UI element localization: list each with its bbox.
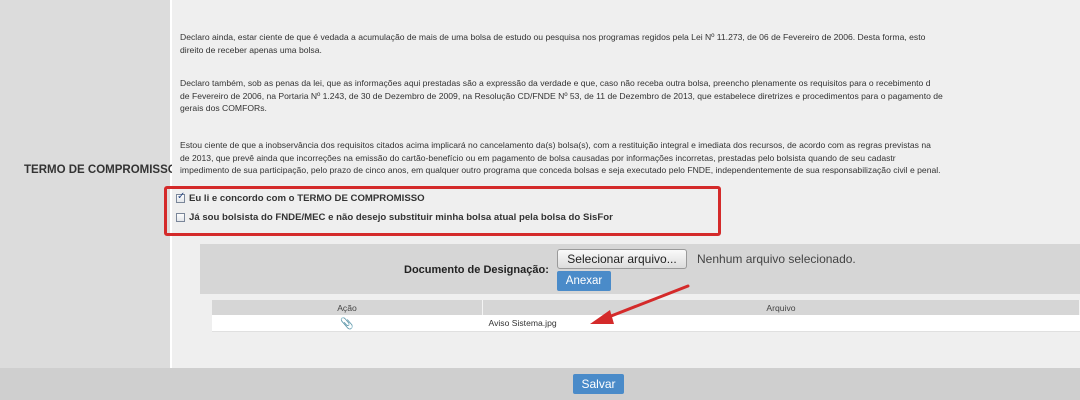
paragraph-line: impedimento de sua participação, pelo pr… xyxy=(180,165,941,175)
action-cell: 📎 xyxy=(212,315,483,332)
save-button[interactable]: Salvar xyxy=(573,374,624,394)
paragraph-line: Estou ciente de que a inobservância dos … xyxy=(180,140,931,150)
file-status-text: Nenhum arquivo selecionado. xyxy=(697,252,856,266)
paragraph-3: Estou ciente de que a inobservância dos … xyxy=(180,139,1080,177)
header-file: Arquivo xyxy=(482,300,1080,315)
header-action: Ação xyxy=(212,300,483,315)
document-label: Documento de Designação: xyxy=(404,264,549,276)
section-label: TERMO DE COMPROMISSO xyxy=(24,164,177,176)
footer-bar: Salvar xyxy=(0,368,1080,400)
label-column: TERMO DE COMPROMISSO xyxy=(0,0,177,368)
paragraph-line: de Fevereiro de 2006, na Portaria Nº 1.2… xyxy=(180,90,943,101)
paragraph-line: gerais dos COMFORs. xyxy=(180,103,267,113)
paragraph-line: Declaro ainda, estar ciente de que é ved… xyxy=(180,32,926,42)
file-name[interactable]: Aviso Sistema.jpg xyxy=(489,318,557,328)
choose-file-button[interactable]: Selecionar arquivo... xyxy=(557,249,687,269)
red-arrow-annotation xyxy=(590,284,690,324)
highlight-annotation-box xyxy=(164,186,721,236)
paperclip-icon[interactable]: 📎 xyxy=(340,317,354,330)
paragraph-line: Declaro também, sob as penas da lei, que… xyxy=(180,78,931,88)
paragraph-2: Declaro também, sob as penas da lei, que… xyxy=(180,77,1080,115)
paragraph-1: Declaro ainda, estar ciente de que é ved… xyxy=(180,31,1080,56)
paragraph-line: direito de receber apenas uma bolsa. xyxy=(180,44,322,55)
paragraph-line: de 2013, que prevê ainda que incorreções… xyxy=(180,152,896,163)
file-name-cell: Aviso Sistema.jpg xyxy=(482,315,1080,332)
